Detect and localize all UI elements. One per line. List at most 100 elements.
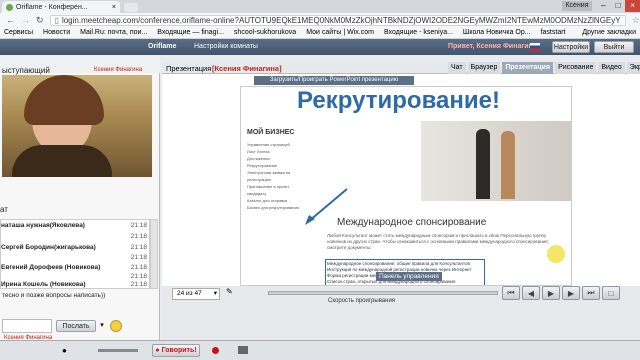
tab-drawing[interactable]: Рисование [555, 62, 597, 74]
back-icon[interactable]: ← [6, 15, 15, 25]
chat-row: наташа нужная(Яковлева) 21:18 [1, 222, 149, 229]
address-bar-row: ← → ↻ ▯ login.meetcheap.com/conference,o… [0, 13, 640, 27]
slide-menu-item: Электронная заявка на регистрацию [247, 170, 291, 182]
last-slide-icon[interactable]: ⏭ [582, 286, 600, 300]
talk-button-label: Говорить! [161, 347, 197, 354]
chat-time: 21:18 [130, 254, 147, 261]
tab-browser[interactable]: Браузер [467, 62, 501, 74]
speed-slider[interactable] [268, 291, 498, 295]
bookmark-inbox-finagi[interactable]: Входящие — finagi... [157, 29, 224, 36]
presentation-header: Презентация [Ксения Финагина] Чат Браузе… [162, 62, 640, 74]
chat-scrollbar[interactable] [150, 219, 158, 289]
url-input[interactable]: ▯ login.meetcheap.com/conference,oriflam… [49, 14, 626, 26]
photo-person-2 [501, 131, 515, 199]
slide-menu-item: Рекрутирование [247, 163, 278, 168]
chat-row: Сергей Бородин(жигарькова) 21:18 [1, 244, 149, 251]
page-select[interactable]: 24 из 47 ▾ [172, 288, 220, 300]
settings-room-link[interactable]: Настройки комнаты [194, 43, 258, 50]
chat-user: Ирина Кошель (Новикова) [1, 281, 86, 288]
next-slide-icon[interactable]: ▶ [562, 286, 580, 300]
tab-close-icon[interactable]: × [112, 4, 116, 11]
speaker-hair [24, 75, 104, 125]
slide-menu: Управление страницей Лист Успеха Достиже… [247, 141, 309, 211]
upload-presentation-button[interactable]: Загрузить/Проиграть PowerPoint презентац… [254, 76, 414, 85]
play-icon[interactable]: ▶ [542, 286, 560, 300]
close-window-icon[interactable]: × [625, 0, 640, 12]
bookmark-inbox-kseniya[interactable]: Входящие - kseniya... [384, 29, 453, 36]
slide-menu-item: Приглашение в проект кандидату [247, 184, 290, 196]
bookmark-shcool[interactable]: shcool-sukhorukova [234, 29, 296, 36]
chat-row: Ирина Кошель (Новикова) 21:18 [1, 281, 149, 288]
chat-input[interactable] [2, 319, 52, 333]
reload-icon[interactable]: ↻ [36, 15, 44, 26]
slide-menu-item: Достижения [247, 156, 270, 161]
bookmark-wix[interactable]: Мои сайты | Wix.com [306, 29, 374, 36]
new-tab-button[interactable] [124, 3, 138, 12]
fullscreen-icon[interactable]: □ [602, 286, 620, 300]
record-icon[interactable] [212, 347, 219, 354]
bookmark-faststart[interactable]: faststart [541, 29, 566, 36]
control-panel-label[interactable]: Панель управления [376, 272, 442, 281]
forward-icon[interactable]: → [21, 15, 30, 25]
slide-menu-item: Лист Успеха [247, 149, 270, 154]
photo-person-1 [476, 129, 490, 199]
bookmark-school[interactable]: Школа Новичка Ор... [463, 29, 531, 36]
app-header: Oriflame Настройки комнаты Привет, Ксени… [0, 39, 640, 55]
minimize-icon[interactable]: – [596, 0, 611, 12]
slide-title: Рекрутирование! [297, 87, 500, 114]
slide-body: Любой Консультант может стать международ… [327, 233, 549, 250]
exit-button[interactable]: Выйти [594, 41, 634, 53]
bookmark-other[interactable]: Другие закладки [582, 29, 636, 36]
settings-button[interactable]: Настройки [552, 41, 590, 53]
chat-header: ат [0, 205, 160, 217]
chat-time: 21:18 [130, 264, 147, 271]
page-select-arrow-icon: ▾ [213, 290, 217, 297]
bookmarks-bar: Сервисы Новости Mail.Ru: почта, пои... В… [0, 27, 640, 39]
flag-icon[interactable] [530, 43, 540, 51]
talk-button[interactable]: ● Говорить! [152, 344, 200, 357]
maximize-icon[interactable]: □ [611, 0, 626, 12]
tab-video[interactable]: Видео [598, 62, 625, 74]
speaker-name: Ксения Финагина [94, 67, 143, 73]
speaker-label: ыступающий [2, 66, 50, 75]
bookmark-news[interactable]: Новости [43, 29, 70, 36]
greeting: Привет, Ксения Финагина [448, 43, 537, 50]
browser-tab[interactable]: Oriflame - Конферен... × [2, 1, 120, 13]
tab-screen[interactable]: Экран [626, 62, 640, 74]
pen-tool-icon[interactable]: ✎ [226, 287, 238, 299]
brand-label: Oriflame [148, 43, 177, 50]
presentation-area: Загрузить/Проиграть PowerPoint презентац… [162, 74, 640, 286]
bookmark-services[interactable]: Сервисы [4, 29, 33, 36]
camera-icon[interactable] [238, 346, 248, 354]
chat-label: ат [0, 205, 8, 214]
volume-slider[interactable] [98, 349, 138, 352]
send-dropdown-icon[interactable]: ▾ [97, 320, 107, 332]
playback-buttons: ⏮ ◀ ▶ ▶ ⏭ □ [502, 286, 620, 300]
tab-presentation[interactable]: Презентация [502, 62, 554, 74]
slide-menu-item: Каталог для отправки [247, 198, 288, 203]
bookmark-mailru[interactable]: Mail.Ru: почта, пои... [80, 29, 147, 36]
speaker-video [2, 75, 152, 177]
tab-chat[interactable]: Чат [448, 62, 466, 74]
tab-title: Oriflame - Конферен... [16, 3, 88, 11]
chat-time: 21:18 [130, 244, 147, 251]
bottom-speaker-name: Ксения Финагина [4, 335, 53, 341]
chat-row: Евгений Дорофеев (Новикова) 21:18 [1, 264, 149, 271]
send-button[interactable]: Послать [56, 320, 96, 332]
presentation-label: Презентация [166, 64, 212, 73]
chat-time: 21:18 [130, 273, 147, 280]
user-badge[interactable]: Ксения [562, 1, 592, 11]
speaker-header: ыступающий Ксения Финагина [0, 55, 160, 75]
chat-time: 21:18 [130, 233, 147, 240]
left-panel: ыступающий Ксения Финагина ат наташа нуж… [0, 55, 160, 340]
star-icon[interactable]: ☆ [632, 15, 640, 26]
first-slide-icon[interactable]: ⏮ [502, 286, 520, 300]
slide-subtitle: Международное спонсирование [337, 217, 487, 228]
slide-photo [421, 121, 571, 201]
slide-menu-item: Бизнес для рекрутирования [247, 205, 299, 210]
slide-section: МОЙ БИЗНЕС [247, 129, 295, 136]
mic-icon[interactable]: ● [62, 346, 67, 355]
smiley-icon[interactable] [110, 320, 122, 332]
prev-slide-icon[interactable]: ◀ [522, 286, 540, 300]
chat-footer-text: тесно и позже вопросы написать)) [2, 292, 106, 299]
